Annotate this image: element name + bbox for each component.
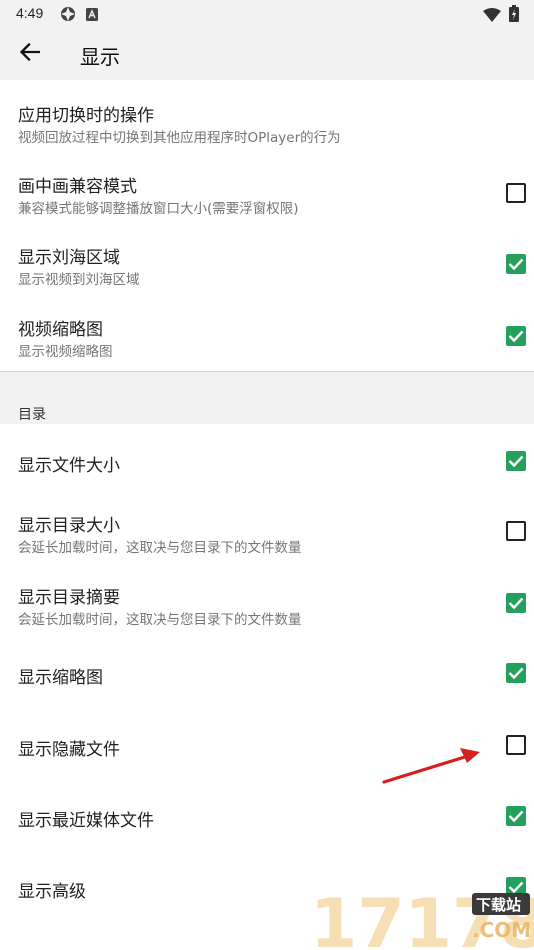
setting-show-file-size[interactable]: 显示文件大小 bbox=[0, 424, 534, 495]
setting-show-dir-size[interactable]: 显示目录大小 会延长加载时间，这取决与您目录下的文件数量 bbox=[0, 495, 534, 566]
setting-title: 应用切换时的操作 bbox=[18, 106, 154, 126]
checkmark-icon bbox=[508, 597, 524, 610]
status-time: 4:49 bbox=[16, 5, 44, 21]
setting-video-thumbnail[interactable]: 视频缩略图 显示视频缩略图 bbox=[0, 293, 534, 371]
watermark-domain: .COM bbox=[472, 918, 531, 942]
setting-subtitle: 显示视频缩略图 bbox=[18, 344, 113, 360]
checkbox[interactable] bbox=[506, 326, 526, 346]
keyboard-notification-icon bbox=[86, 6, 98, 25]
checkmark-icon bbox=[508, 330, 524, 343]
setting-subtitle: 会延长加载时间，这取决与您目录下的文件数量 bbox=[18, 612, 302, 628]
checkbox[interactable] bbox=[506, 806, 526, 826]
watermark-logo: 17178 下载站 .COM bbox=[310, 885, 534, 950]
checkbox[interactable] bbox=[506, 451, 526, 471]
setting-show-notch-area[interactable]: 显示刘海区域 显示视频到刘海区域 bbox=[0, 222, 534, 293]
checkmark-icon bbox=[508, 455, 524, 468]
status-bar: 4:49 bbox=[0, 0, 534, 28]
setting-title: 显示最近媒体文件 bbox=[18, 811, 154, 831]
setting-subtitle: 显示视频到刘海区域 bbox=[18, 272, 140, 288]
checkbox[interactable] bbox=[506, 663, 526, 683]
page-title: 显示 bbox=[80, 45, 120, 69]
checkbox[interactable] bbox=[506, 183, 526, 203]
setting-subtitle: 视频回放过程中切换到其他应用程序时OPlayer的行为 bbox=[18, 130, 341, 146]
setting-subtitle: 会延长加载时间，这取决与您目录下的文件数量 bbox=[18, 540, 302, 556]
setting-title: 显示高级 bbox=[18, 882, 86, 902]
back-button[interactable] bbox=[12, 36, 48, 72]
app-notification-icon bbox=[60, 6, 76, 26]
section-label-directory: 目录 bbox=[18, 407, 46, 423]
battery-charging-icon bbox=[509, 5, 519, 26]
setting-title: 显示目录大小 bbox=[18, 516, 120, 536]
setting-show-thumbnail[interactable]: 显示缩略图 bbox=[0, 637, 534, 708]
checkbox[interactable] bbox=[506, 521, 526, 541]
arrow-left-icon bbox=[19, 42, 41, 65]
checkmark-icon bbox=[508, 810, 524, 823]
setting-title: 显示目录摘要 bbox=[18, 588, 120, 608]
checkbox[interactable] bbox=[506, 735, 526, 755]
setting-title: 画中画兼容模式 bbox=[18, 177, 137, 197]
watermark-tag: 下载站 bbox=[476, 896, 521, 914]
setting-show-dir-summary[interactable]: 显示目录摘要 会延长加载时间，这取决与您目录下的文件数量 bbox=[0, 566, 534, 637]
setting-subtitle: 兼容模式能够调整播放窗口大小(需要浮窗权限) bbox=[18, 201, 299, 217]
checkbox[interactable] bbox=[506, 593, 526, 613]
annotation-arrow-icon bbox=[380, 744, 490, 792]
app-bar: 显示 bbox=[0, 28, 534, 80]
wifi-icon bbox=[483, 7, 501, 26]
setting-pip-compat-mode[interactable]: 画中画兼容模式 兼容模式能够调整播放窗口大小(需要浮窗权限) bbox=[0, 151, 534, 222]
setting-title: 显示缩略图 bbox=[18, 668, 103, 688]
section-header bbox=[0, 372, 534, 424]
setting-title: 显示刘海区域 bbox=[18, 248, 120, 268]
setting-title: 显示隐藏文件 bbox=[18, 740, 120, 760]
setting-title: 显示文件大小 bbox=[18, 456, 120, 476]
checkmark-icon bbox=[508, 258, 524, 271]
checkmark-icon bbox=[508, 667, 524, 680]
checkbox[interactable] bbox=[506, 254, 526, 274]
setting-title: 视频缩略图 bbox=[18, 320, 103, 340]
setting-app-switch-action[interactable]: 应用切换时的操作 视频回放过程中切换到其他应用程序时OPlayer的行为 bbox=[0, 80, 534, 151]
